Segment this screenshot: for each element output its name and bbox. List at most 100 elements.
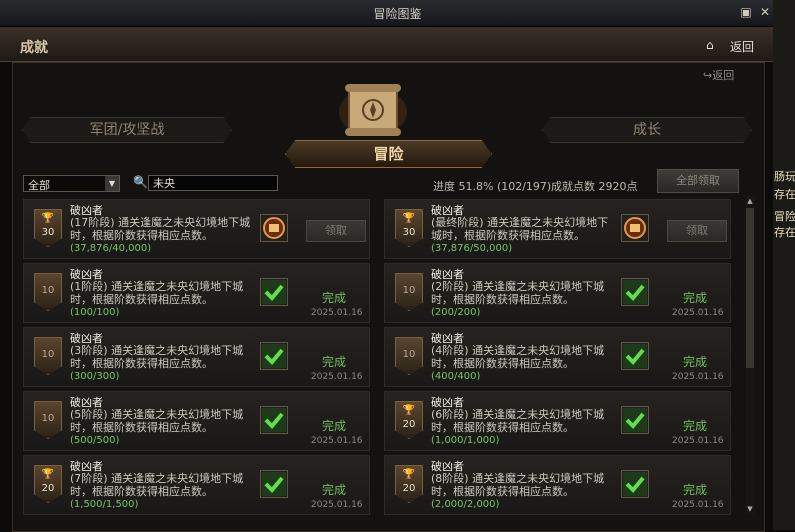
- progress-value: 51.8% (102/197): [458, 180, 552, 193]
- badge-points: 10: [41, 349, 55, 360]
- scrollbar[interactable]: ▲ ▼: [745, 196, 755, 514]
- completed-label: 完成: [683, 355, 708, 369]
- points-text: 成就点数 2920点: [551, 178, 638, 194]
- badge-points: 20: [402, 483, 416, 494]
- section-header: 成就 ⌂ 返回: [0, 27, 773, 62]
- completed-date: 2025.01.16: [672, 436, 724, 446]
- completed-label: 完成: [322, 291, 347, 305]
- points-badge: 🏆 20: [395, 465, 423, 503]
- achievement-card: 🏆 20 破凶者 (7阶段) 通关逢魔之未央幻境地下城时，根据阶数获得相应点数。 (1,…: [23, 455, 370, 515]
- completed-label: 完成: [322, 355, 347, 369]
- badge-points: 30: [41, 227, 55, 238]
- badge-points: 10: [41, 413, 55, 424]
- points-badge: 🏆 30: [395, 209, 423, 247]
- points-badge: 10: [34, 273, 62, 311]
- achievement-progress: (1,500/1,500): [70, 499, 139, 510]
- achievement-desc: (6阶段) 通关逢魔之未央幻境地下城时，根据阶数获得相应点数。: [431, 408, 605, 434]
- achievement-progress: (500/500): [70, 435, 120, 446]
- badge-points: 30: [402, 227, 416, 238]
- checkmark-icon: [260, 278, 288, 306]
- tab-legion[interactable]: 军团/攻坚战: [22, 117, 232, 143]
- search-icon: 🔍: [133, 175, 148, 189]
- points-badge: 🏆 30: [34, 209, 62, 247]
- search-input[interactable]: [148, 175, 278, 191]
- achievement-desc: (3阶段) 通关逢魔之未央幻境地下城时，根据阶数获得相应点数。: [70, 344, 244, 370]
- checkmark-icon: [260, 406, 288, 434]
- points-badge: 🏆 20: [395, 401, 423, 439]
- points-badge: 🏆 20: [34, 465, 62, 503]
- achievement-progress: (400/400): [431, 371, 481, 382]
- reward-box-icon[interactable]: [621, 214, 649, 242]
- trophy-icon: 🏆: [41, 213, 55, 224]
- achievement-card: 10 破凶者 (2阶段) 通关逢魔之未央幻境地下城时，根据阶数获得相应点数。 (200…: [384, 263, 731, 323]
- badge-points: 20: [402, 419, 416, 430]
- checkmark-icon: [621, 470, 649, 498]
- checkmark-icon: [621, 278, 649, 306]
- badge-points: 10: [402, 349, 416, 360]
- badge-points: 20: [41, 483, 55, 494]
- header-back-button[interactable]: 返回: [730, 38, 754, 55]
- checkmark-icon: [260, 470, 288, 498]
- chevron-down-icon[interactable]: ▼: [105, 176, 119, 191]
- progress-text: 进度 51.8% (102/197): [433, 178, 551, 194]
- completed-date: 2025.01.16: [311, 436, 363, 446]
- adventure-scroll-emblem: [339, 84, 407, 136]
- completed-date: 2025.01.16: [672, 500, 724, 510]
- back-arrow-icon: ↪: [703, 69, 713, 82]
- scrollbar-thumb[interactable]: [746, 208, 754, 368]
- reward-box-icon[interactable]: [260, 214, 288, 242]
- tab-growth[interactable]: 成长: [542, 117, 752, 143]
- home-icon[interactable]: ⌂: [706, 38, 714, 52]
- achievement-desc: (8阶段) 通关逢魔之未央幻境地下城时，根据阶数获得相应点数。: [431, 472, 605, 498]
- achievement-progress: (37,876/40,000): [70, 243, 152, 254]
- completed-label: 完成: [683, 483, 708, 497]
- checkmark-icon: [621, 342, 649, 370]
- achievement-desc: (7阶段) 通关逢魔之未央幻境地下城时，根据阶数获得相应点数。: [70, 472, 244, 498]
- minimize-icon[interactable]: ▣: [740, 6, 752, 18]
- points-value: 2920点: [598, 180, 638, 193]
- achievement-progress: (2,000/2,000): [431, 499, 500, 510]
- trophy-icon: 🏆: [402, 213, 416, 224]
- top-back-button[interactable]: ↪返回: [703, 67, 734, 83]
- achievement-progress: (300/300): [70, 371, 120, 382]
- achievement-desc: (17阶段) 通关逢魔之未央幻境地下城时，根据阶数获得相应点数。: [70, 216, 251, 242]
- completed-date: 2025.01.16: [311, 500, 363, 510]
- side-text: 存在: [774, 226, 795, 239]
- dropdown-value: 全部: [28, 179, 50, 192]
- section-title: 成就: [20, 40, 48, 56]
- achievement-card: 🏆 30 破凶者 (最终阶段) 通关逢魔之未央幻境地下城时，根据阶数获得相应点数。 (3…: [384, 199, 731, 259]
- points-badge: 10: [395, 337, 423, 375]
- claim-all-button[interactable]: 全部领取: [657, 169, 739, 193]
- claim-button[interactable]: 领取: [667, 220, 727, 242]
- achievement-desc: (5阶段) 通关逢魔之未央幻境地下城时，根据阶数获得相应点数。: [70, 408, 244, 434]
- trophy-icon: 🏆: [402, 405, 416, 416]
- achievement-progress: (200/200): [431, 307, 481, 318]
- checkmark-icon: [621, 406, 649, 434]
- points-badge: 10: [395, 273, 423, 311]
- close-icon[interactable]: ✕: [759, 6, 771, 18]
- completed-label: 完成: [683, 419, 708, 433]
- badge-points: 10: [41, 285, 55, 296]
- progress-label: 进度: [433, 180, 455, 193]
- achievement-card: 🏆 20 破凶者 (8阶段) 通关逢魔之未央幻境地下城时，根据阶数获得相应点数。 (2,…: [384, 455, 731, 515]
- achievement-card: 10 破凶者 (1阶段) 通关逢魔之未央幻境地下城时，根据阶数获得相应点数。 (100…: [23, 263, 370, 323]
- achievement-card: 10 破凶者 (3阶段) 通关逢魔之未央幻境地下城时，根据阶数获得相应点数。 (300…: [23, 327, 370, 387]
- window-titlebar: 冒险图鉴 ▣ ✕: [0, 0, 795, 27]
- category-dropdown[interactable]: 全部 ▼: [23, 175, 120, 192]
- scroll-up-icon[interactable]: ▲: [745, 196, 755, 206]
- claim-button[interactable]: 领取: [306, 220, 366, 242]
- achievement-card: 10 破凶者 (5阶段) 通关逢魔之未央幻境地下城时，根据阶数获得相应点数。 (500…: [23, 391, 370, 451]
- tab-adventure[interactable]: 冒险: [285, 140, 492, 168]
- achievement-progress: (1,000/1,000): [431, 435, 500, 446]
- completed-date: 2025.01.16: [311, 308, 363, 318]
- achievement-card: 10 破凶者 (4阶段) 通关逢魔之未央幻境地下城时，根据阶数获得相应点数。 (400…: [384, 327, 731, 387]
- side-text: 存在: [774, 188, 795, 201]
- scroll-down-icon[interactable]: ▼: [745, 504, 755, 514]
- window-title: 冒险图鉴: [373, 7, 422, 21]
- points-badge: 10: [34, 401, 62, 439]
- completed-date: 2025.01.16: [311, 372, 363, 382]
- checkmark-icon: [260, 342, 288, 370]
- achievement-card: 🏆 30 破凶者 (17阶段) 通关逢魔之未央幻境地下城时，根据阶数获得相应点数。 (3…: [23, 199, 370, 259]
- achievement-progress: (37,876/50,000): [431, 243, 513, 254]
- completed-date: 2025.01.16: [672, 372, 724, 382]
